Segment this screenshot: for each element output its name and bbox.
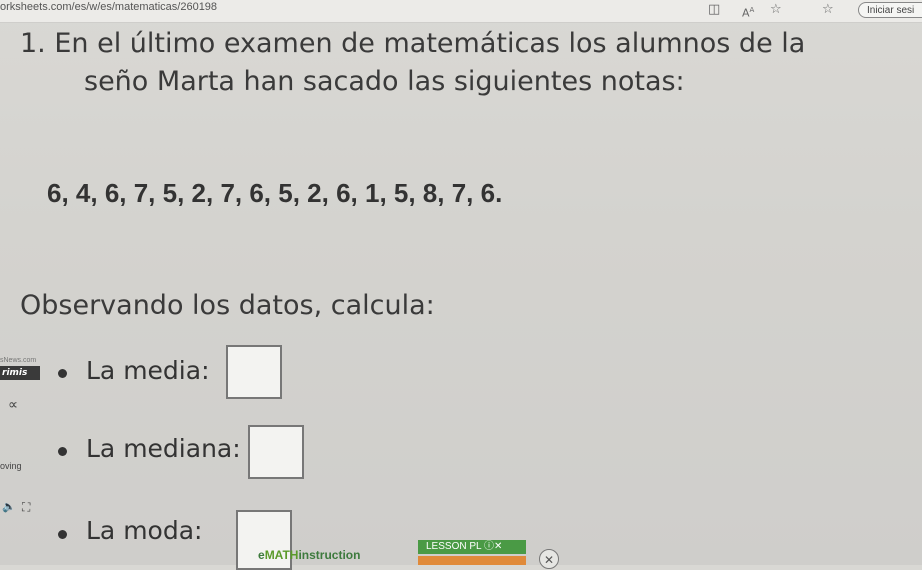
brand-logo: rimis — [0, 366, 40, 380]
address-bar-url[interactable]: orksheets.com/es/w/es/matematicas/260198 — [0, 1, 217, 13]
question-line-1: 1. En el último examen de matemáticas lo… — [20, 28, 806, 59]
moving-label: oving — [0, 461, 22, 471]
mean-label: La media: — [86, 356, 210, 385]
question-line-2: seño Marta han sacado las siguientes not… — [84, 66, 685, 97]
login-button[interactable]: Iniciar sesi — [858, 2, 922, 18]
emath-brand: eMATHinstruction — [258, 548, 361, 562]
reader-mode-icon[interactable]: ◫ — [708, 2, 720, 18]
favorite-star-icon[interactable]: ☆ — [770, 2, 782, 18]
grades-list: 6, 4, 6, 7, 5, 2, 7, 6, 5, 2, 6, 1, 5, 8… — [47, 178, 503, 208]
favorites-list-icon[interactable]: ☆ — [822, 2, 834, 18]
share-icon[interactable]: ∝ — [8, 396, 18, 413]
browser-toolbar: orksheets.com/es/w/es/matematicas/260198… — [0, 0, 922, 23]
bullet-icon — [58, 447, 67, 456]
ad-strip — [418, 556, 526, 565]
bullet-icon — [58, 530, 67, 539]
mode-label: La moda: — [86, 516, 203, 545]
ad-close-icon[interactable]: ✕ — [494, 541, 502, 552]
median-answer-box[interactable] — [248, 425, 304, 479]
close-icon[interactable]: ✕ — [539, 549, 559, 569]
mean-answer-box[interactable] — [226, 345, 282, 399]
lesson-plan-ad[interactable]: LESSON PL ⓘ✕ — [418, 540, 526, 554]
volume-icon[interactable]: 🔈 — [2, 500, 16, 513]
text-size-icon[interactable]: AA — [742, 2, 754, 22]
instruction-text: Observando los datos, calcula: — [20, 290, 435, 321]
info-icon[interactable]: ⓘ — [484, 541, 494, 552]
bullet-icon — [58, 369, 67, 378]
median-label: La mediana: — [86, 434, 241, 463]
fullscreen-icon[interactable]: ⛶ — [22, 500, 30, 515]
news-site-label: sNews.com — [0, 357, 37, 364]
